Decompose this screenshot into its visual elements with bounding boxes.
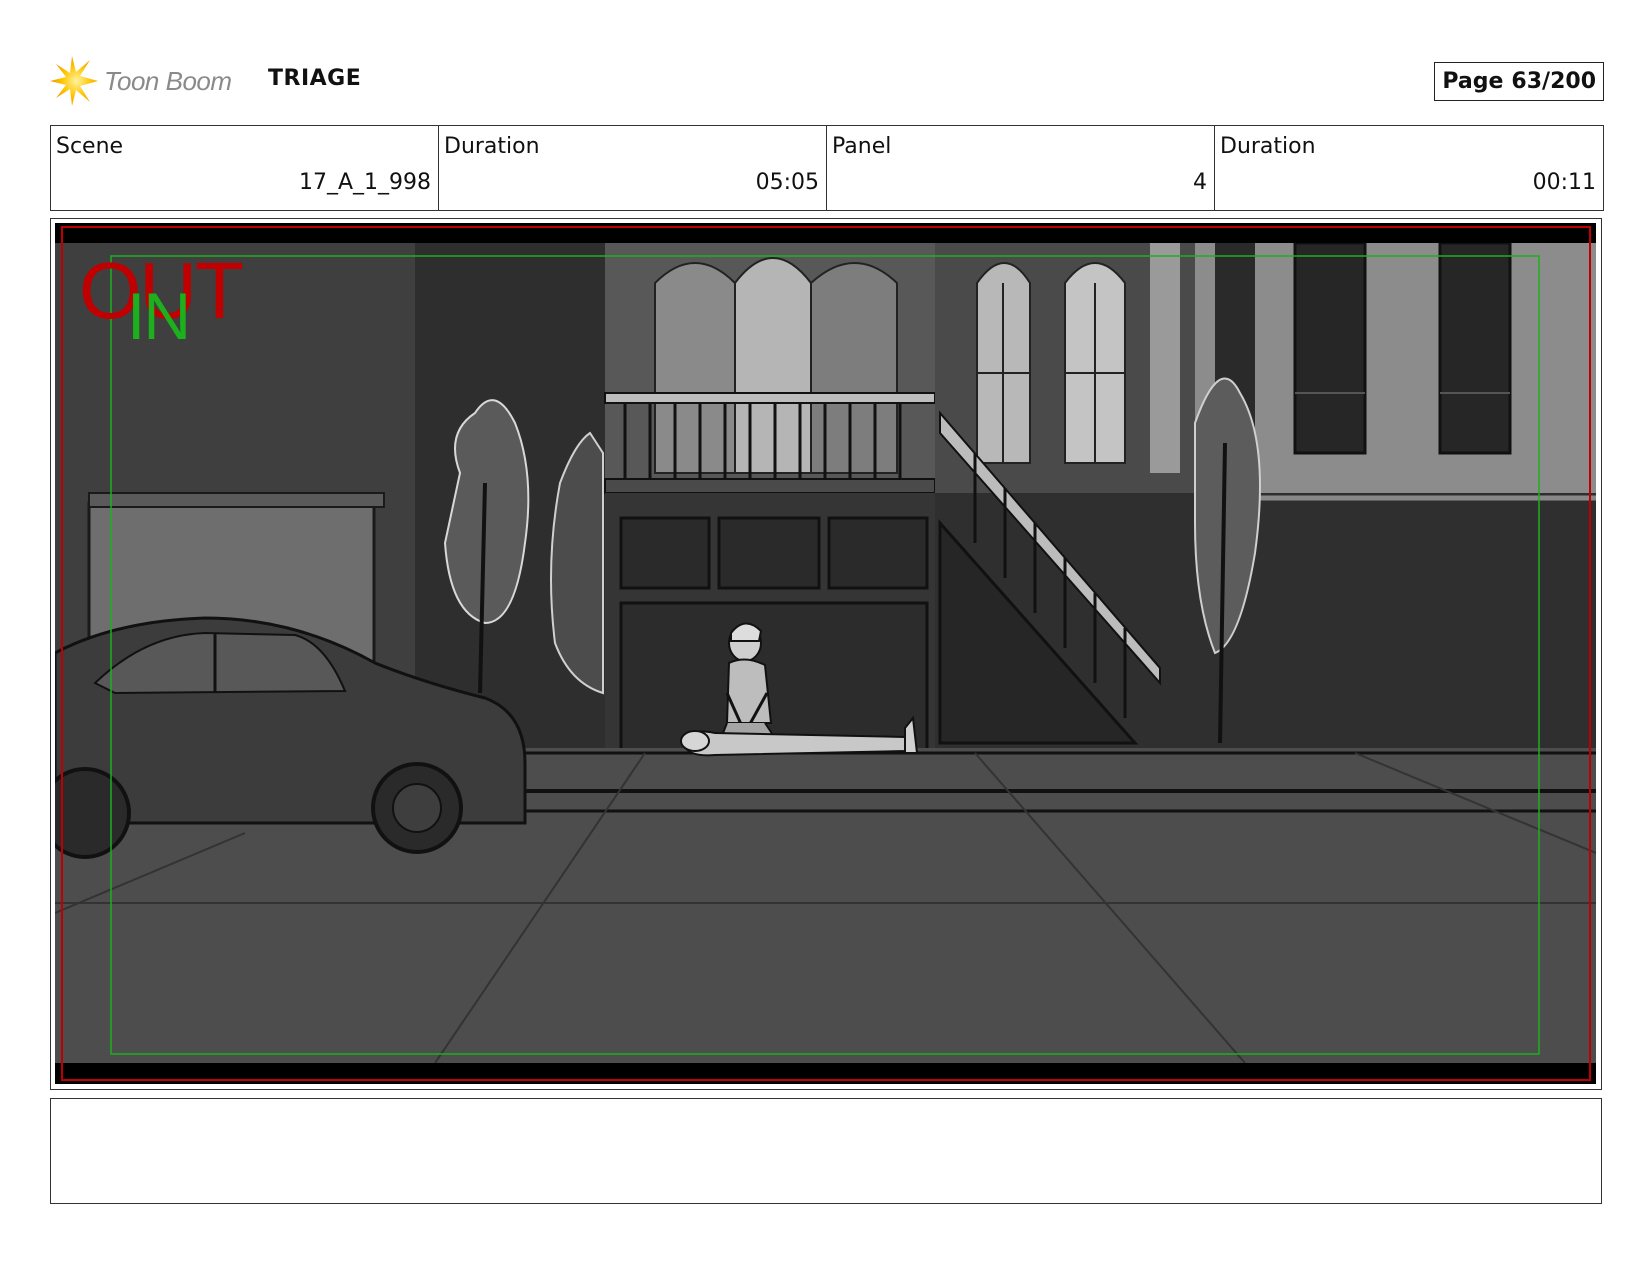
page-number: 63/200: [1511, 69, 1596, 94]
panel-cell: Panel 4: [827, 126, 1215, 210]
scene-duration-cell: Duration 05:05: [439, 126, 827, 210]
panel-duration-label: Duration: [1220, 134, 1316, 159]
brand-name: Toon Boom: [104, 65, 232, 96]
scene-value: 17_A_1_998: [298, 170, 431, 195]
page-indicator: Page 63/200: [1434, 62, 1604, 101]
panel-artwork: OUT IN: [55, 223, 1596, 1084]
toon-boom-logo: Toon Boom: [50, 56, 232, 106]
page-label: Page: [1442, 69, 1504, 94]
project-title: TRIAGE: [268, 66, 362, 91]
panel-duration-value: 00:11: [1532, 170, 1596, 195]
panel-duration-cell: Duration 00:11: [1215, 126, 1603, 210]
scene-label: Scene: [56, 134, 124, 159]
scene-info-table: Scene 17_A_1_998 Duration 05:05 Panel 4 …: [50, 125, 1604, 211]
scene-duration-value: 05:05: [755, 170, 819, 195]
panel-value: 4: [1193, 170, 1207, 195]
scene-cell: Scene 17_A_1_998: [51, 126, 439, 210]
scene-duration-label: Duration: [444, 134, 540, 159]
panel-notes-box: [50, 1098, 1602, 1204]
storyboard-panel: OUT IN: [50, 218, 1602, 1090]
storyboard-header: Toon Boom TRIAGE Page 63/200: [50, 52, 1604, 112]
toon-boom-star-icon: [50, 56, 100, 106]
panel-label: Panel: [832, 134, 892, 159]
street-scene-sketch: [55, 223, 1596, 1084]
